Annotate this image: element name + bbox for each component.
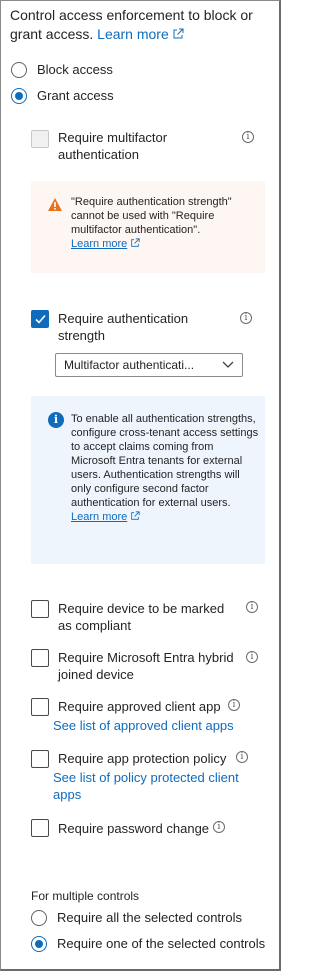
require-one-option[interactable]: Require one of the selected controls [31,935,265,953]
block-access-radio[interactable] [11,62,27,78]
info-icon[interactable]: i [246,601,258,613]
password-change-checkbox[interactable] [31,819,49,837]
info-icon[interactable]: i [236,751,248,763]
mfa-label: Require multifactor authentication [58,130,168,162]
intro-text: Control access enforcement to block or g… [10,6,272,44]
grant-access-radio[interactable] [11,88,27,104]
info-filled-icon: i [48,412,64,428]
approved-app-checkbox[interactable] [31,698,49,716]
info-icon[interactable]: i [242,131,254,143]
auth-strength-label: Require authentication strength [58,311,189,343]
info-learn-more-link[interactable]: Learn more [71,511,140,523]
checkmark-icon [35,314,46,324]
auth-strength-checkbox[interactable] [31,310,49,328]
chevron-down-icon [222,361,234,368]
external-link-icon [131,511,140,520]
grant-access-option[interactable]: Grant access [11,87,114,105]
hybrid-checkbox[interactable] [31,649,49,667]
block-access-option[interactable]: Block access [11,61,113,79]
mfa-conflict-warning: "Require authentication strength" cannot… [31,181,265,273]
app-protection-checkbox[interactable] [31,750,49,768]
external-link-icon [173,28,184,39]
info-icon[interactable]: i [240,312,252,324]
auth-strength-info: i To enable all authentication strengths… [31,396,265,564]
info-text: To enable all authentication strengths, … [71,413,259,523]
grant-access-label: Grant access [37,88,114,103]
external-link-icon [131,238,140,247]
warning-text: "Require authentication strength" cannot… [71,196,232,250]
approved-apps-link[interactable]: See list of approved client apps [53,717,234,734]
compliant-label: Require device to be marked as compliant [58,601,225,633]
require-all-label: Require all the selected controls [57,910,242,925]
intro-learn-more-link[interactable]: Learn more [97,26,184,42]
auth-strength-dropdown-value: Multifactor authenticati... [64,358,195,372]
approved-app-label: Require approved client app [58,699,221,714]
auth-strength-dropdown[interactable]: Multifactor authenticati... [55,353,243,377]
info-icon[interactable]: i [246,651,258,663]
protected-apps-link[interactable]: See list of policy protected client apps [53,769,253,803]
warning-icon [48,198,62,211]
require-all-option[interactable]: Require all the selected controls [31,909,242,927]
info-icon[interactable]: i [228,699,240,711]
block-access-label: Block access [37,62,113,77]
info-icon[interactable]: i [213,821,225,833]
hybrid-label: Require Microsoft Entra hybrid joined de… [58,650,234,682]
require-one-radio[interactable] [31,936,47,952]
password-change-label: Require password change [58,821,210,836]
require-all-radio[interactable] [31,910,47,926]
compliant-checkbox[interactable] [31,600,49,618]
require-one-label: Require one of the selected controls [57,936,266,951]
mfa-checkbox[interactable] [31,130,49,148]
app-protection-label: Require app protection policy [58,751,227,766]
warning-learn-more-link[interactable]: Learn more [71,238,140,250]
multiple-controls-title: For multiple controls [31,889,140,903]
